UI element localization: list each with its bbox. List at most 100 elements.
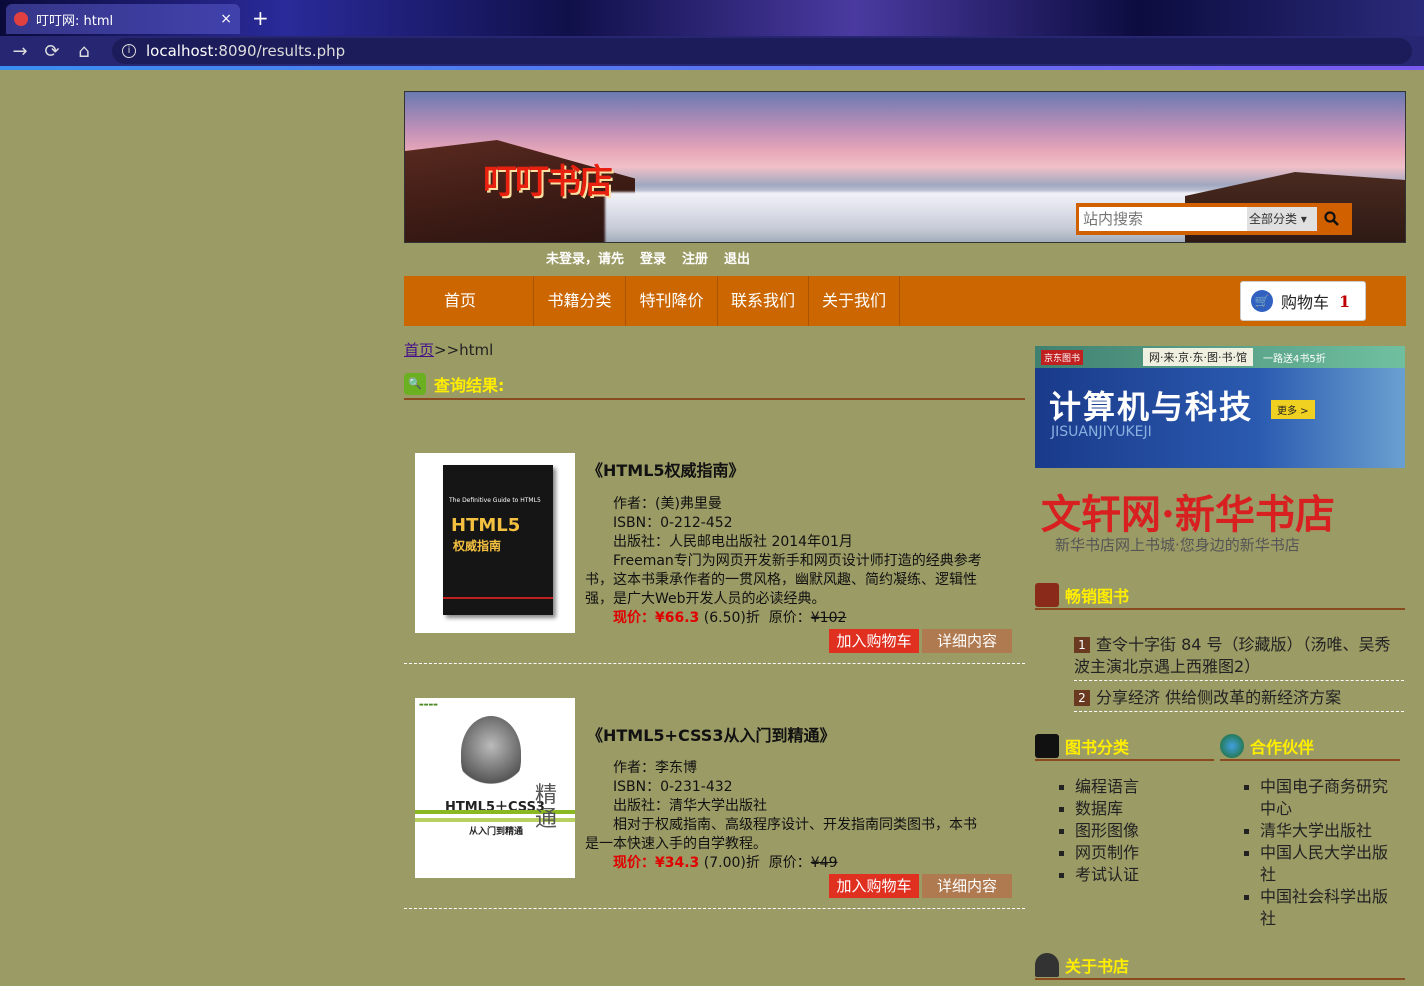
- search-results-icon: 🔍: [404, 373, 426, 395]
- cover-badge: ▬▬▬▬: [419, 702, 438, 708]
- details-button[interactable]: 详细内容: [922, 629, 1012, 653]
- about-title: 关于书店: [1065, 957, 1130, 976]
- partner-item[interactable]: 清华大学出版社: [1240, 820, 1400, 842]
- book-price-row: 现价：¥66.3 (6.50)折 原价：¥102: [585, 609, 987, 628]
- category-item[interactable]: 图形图像: [1055, 820, 1205, 842]
- hot-book-item[interactable]: 2 分享经济 供给侧改革的新经济方案: [1074, 687, 1404, 712]
- nav-about[interactable]: 关于我们: [809, 276, 900, 326]
- nav-contact[interactable]: 联系我们: [718, 276, 809, 326]
- book-cover-art: The Definitive Guide to HTML5 HTML5 权威指南: [443, 465, 553, 615]
- breadcrumb-sep: >>: [434, 341, 460, 359]
- now-price: ¥34.3: [655, 855, 700, 871]
- book-author: 作者：李东博: [613, 760, 697, 776]
- cart-button[interactable]: 🛒 购物车 1: [1240, 281, 1366, 321]
- category-item[interactable]: 编程语言: [1055, 776, 1205, 798]
- tech-ad-pinyin: JISUANJIYUKEJI: [1051, 424, 1152, 440]
- hot-book-item[interactable]: 1 查令十字街 84 号（珍藏版）（汤唯、吴秀波主演北京遇上西雅图2）: [1074, 634, 1404, 681]
- category-item[interactable]: 考试认证: [1055, 864, 1205, 886]
- orig-price: ¥49: [810, 855, 838, 871]
- book-author: 作者：(美)弗里曼: [613, 496, 722, 512]
- book-desc-first: Freeman专门为网页开发新手和网页设计师打造的经典参考: [613, 553, 982, 569]
- partner-item[interactable]: 中国社会科学出版社: [1240, 886, 1400, 930]
- orig-price: ¥102: [810, 610, 847, 626]
- banner: 叮叮书店 全部分类 ▾: [404, 91, 1406, 243]
- book-isbn: ISBN：0-212-452: [613, 515, 733, 531]
- about-header: 关于书店: [1035, 952, 1405, 980]
- book-info: 作者：李东博 ISBN：0-231-432 出版社：清华大学出版社 相对于权威指…: [585, 759, 987, 873]
- book-desc-first: 相对于权威指南、高级程序设计、开发指南同类图书，本书: [613, 817, 977, 833]
- hot-book-text: 查令十字街 84 号（珍藏版）（汤唯、吴秀波主演北京遇上西雅图2）: [1074, 635, 1391, 676]
- nav-discount[interactable]: 特刊降价: [626, 276, 718, 326]
- partner-item[interactable]: 中国电子商务研究中心: [1240, 776, 1400, 820]
- search-button[interactable]: [1317, 206, 1347, 232]
- results-header: 🔍 查询结果:: [404, 370, 1025, 400]
- url-host: localhost: [146, 42, 214, 60]
- add-to-cart-button[interactable]: 加入购物车: [829, 874, 919, 898]
- hot-rank: 1: [1074, 637, 1090, 653]
- tech-ad-more[interactable]: 更多 >: [1271, 400, 1315, 419]
- tech-ad-banner[interactable]: 京东图书 网·来·京·东·图·书·馆 一路送4书5折 计算机与科技 JISUAN…: [1035, 346, 1405, 468]
- wenxuan-ad[interactable]: 文轩网·新华书店 新华书店网上书城·您身边的新华书店: [1035, 478, 1405, 558]
- site-logo[interactable]: 叮叮书店: [483, 154, 613, 203]
- hot-book-text: 分享经济 供给侧改革的新经济方案: [1096, 688, 1342, 707]
- now-price-label: 现价：: [613, 855, 655, 871]
- book-desc-rest: 是一本快速入手的自学教程。: [585, 836, 767, 852]
- category-icon: [1035, 734, 1059, 758]
- breadcrumb-home[interactable]: 首页: [404, 341, 434, 359]
- book-title[interactable]: 《HTML5+CSS3从入门到精通》: [587, 722, 835, 746]
- info-icon[interactable]: i: [122, 44, 136, 58]
- search-category-select[interactable]: 全部分类 ▾: [1247, 207, 1317, 231]
- address-bar-row: → ⟳ ⌂ i localhost:8090/results.php: [0, 36, 1424, 66]
- loading-bar: [0, 66, 1424, 70]
- jd-promo: 一路送4书5折: [1263, 353, 1326, 365]
- add-to-cart-button[interactable]: 加入购物车: [829, 629, 919, 653]
- categories-header: 图书分类: [1035, 733, 1214, 761]
- nav-categories[interactable]: 书籍分类: [534, 276, 626, 326]
- category-item[interactable]: 数据库: [1055, 798, 1205, 820]
- now-price-label: 现价：: [613, 610, 655, 626]
- orig-price-label: 原价：: [768, 610, 811, 626]
- search-input[interactable]: [1079, 207, 1247, 231]
- url-field[interactable]: i localhost:8090/results.php: [112, 38, 1412, 64]
- search-box: 全部分类 ▾: [1076, 203, 1352, 235]
- results-title: 查询结果:: [434, 376, 505, 395]
- now-price: ¥66.3: [655, 610, 700, 626]
- discount: (6.50)折: [699, 610, 760, 626]
- discount: (7.00)折: [699, 855, 760, 871]
- book-title[interactable]: 《HTML5权威指南》: [587, 457, 745, 481]
- login-link[interactable]: 登录: [640, 248, 666, 267]
- favicon-icon: [14, 12, 28, 26]
- book-item: ▬▬▬▬ HTML5＋CSS3 从入门到精通 精通 《HTML5+CSS3从入门…: [404, 698, 1025, 909]
- forward-icon[interactable]: →: [8, 41, 32, 62]
- main-nav: 首页 书籍分类 特刊降价 联系我们 关于我们 🛒 购物车 1: [404, 276, 1406, 326]
- book-publisher: 出版社：人民邮电出版社 2014年01月: [613, 534, 853, 550]
- category-item[interactable]: 网页制作: [1055, 842, 1205, 864]
- book-cover[interactable]: The Definitive Guide to HTML5 HTML5 权威指南: [415, 453, 575, 633]
- breadcrumb: 首页>>html: [404, 339, 493, 360]
- details-button[interactable]: 详细内容: [922, 874, 1012, 898]
- books-icon: [1035, 583, 1059, 607]
- partners-header: 合作伙伴: [1220, 733, 1400, 761]
- jd-tag: 京东图书: [1041, 349, 1084, 365]
- partner-list: 中国电子商务研究中心 清华大学出版社 中国人民大学出版社 中国社会科学出版社: [1240, 776, 1400, 930]
- home-icon[interactable]: ⌂: [72, 41, 96, 62]
- person-icon: [1035, 953, 1059, 977]
- partner-item[interactable]: 中国人民大学出版社: [1240, 842, 1400, 886]
- login-status: 未登录，请先: [546, 252, 625, 267]
- tech-ad-main: 计算机与科技 JISUANJIYUKEJI 更多 >: [1035, 368, 1405, 468]
- book-item: The Definitive Guide to HTML5 HTML5 权威指南…: [404, 453, 1025, 664]
- orig-price-label: 原价：: [768, 855, 811, 871]
- book-price-row: 现价：¥34.3 (7.00)折 原价：¥49: [585, 854, 987, 873]
- book-publisher: 出版社：清华大学出版社: [613, 798, 767, 814]
- reload-icon[interactable]: ⟳: [40, 41, 64, 62]
- browser-tab[interactable]: 叮叮网: html ×: [6, 4, 240, 34]
- nav-home[interactable]: 首页: [404, 276, 534, 326]
- new-tab-button[interactable]: +: [252, 6, 269, 30]
- search-icon: [1324, 211, 1339, 226]
- register-link[interactable]: 注册: [682, 248, 708, 267]
- book-cover[interactable]: ▬▬▬▬ HTML5＋CSS3 从入门到精通 精通: [415, 698, 575, 878]
- hot-rank: 2: [1074, 690, 1090, 706]
- close-tab-icon[interactable]: ×: [220, 11, 232, 27]
- logout-link[interactable]: 退出: [724, 248, 750, 267]
- hot-books-list: 1 查令十字街 84 号（珍藏版）（汤唯、吴秀波主演北京遇上西雅图2） 2 分享经济…: [1074, 634, 1404, 718]
